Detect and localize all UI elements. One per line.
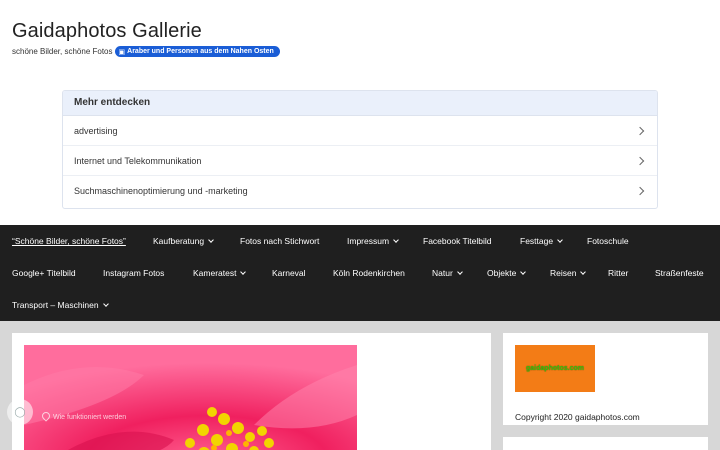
logo-text: gaidaphotos.com (526, 365, 584, 372)
nav-item-ritter[interactable]: Ritter (608, 268, 628, 278)
discover-more-panel: Mehr entdecken advertising Internet und … (62, 90, 658, 209)
discover-item-label: Internet und Telekommunikation (74, 155, 202, 166)
copyright-text: Copyright 2020 gaidaphotos.com (515, 412, 640, 422)
nav-item-strassenfeste[interactable]: Straßenfeste (655, 268, 704, 278)
toast-text: Wie funktioniert werden (53, 414, 127, 421)
image-icon: ▣ (118, 48, 126, 56)
category-chip-label: Araber und Personen aus dem Nahen Osten (127, 48, 274, 55)
privacy-badge[interactable]: ◯ (7, 399, 33, 425)
nav-row: Transport – Maschinen (0, 289, 720, 321)
nav-item-google-titelbild[interactable]: Google+ Titelbild (12, 268, 76, 278)
site-logo[interactable]: gaidaphotos.com (515, 345, 595, 392)
discover-item[interactable]: advertising (63, 116, 657, 146)
nav-item-natur[interactable]: Natur (432, 268, 463, 278)
location-toast: Wie funktioniert werden (40, 410, 180, 442)
location-pin-icon (40, 410, 52, 422)
discover-item-label: Suchmaschinenoptimierung und -marketing (74, 186, 248, 196)
nav-item-fotoschule[interactable]: Fotoschule (587, 236, 629, 246)
nav-item-kameratest[interactable]: Kameratest (193, 268, 247, 278)
sidebar-widget: gaidaphotos.com Copyright 2020 gaidaphot… (503, 333, 708, 425)
tagline-row: schöne Bilder, schöne Fotos ▣ Araber und… (12, 46, 280, 57)
nav-item-festtage[interactable]: Festtage (520, 236, 563, 246)
chevron-right-icon (635, 156, 645, 165)
nav-item-fotos-nach-stichwort[interactable]: Fotos nach Stichwort (240, 236, 319, 246)
chevron-down-icon (393, 236, 399, 243)
site-tagline: schöne Bilder, schöne Fotos (12, 47, 113, 56)
chevron-right-icon (635, 186, 645, 196)
nav-item-reisen[interactable]: Reisen (550, 268, 587, 278)
chevron-down-icon (557, 236, 563, 243)
chevron-down-icon (208, 236, 214, 243)
site-header: Gaidaphotos Gallerie schöne Bilder, schö… (0, 0, 720, 225)
chevron-down-icon (102, 300, 109, 307)
nav-item-koeln-rodenkirchen[interactable]: Köln Rodenkirchen (333, 268, 405, 278)
nav-item-impressum[interactable]: Impressum (347, 236, 399, 246)
nav-item-home[interactable]: “Schöne Bilder, schöne Fotos” (12, 236, 126, 246)
chevron-down-icon (456, 268, 463, 275)
nav-item-instagram-fotos[interactable]: Instagram Fotos (103, 268, 164, 278)
nav-item-objekte[interactable]: Objekte (487, 268, 527, 278)
discover-item-label: advertising (74, 125, 118, 136)
main-navigation: “Schöne Bilder, schöne Fotos” Kaufberatu… (0, 225, 720, 321)
nav-item-karneval[interactable]: Karneval (272, 268, 306, 278)
nav-row: “Schöne Bilder, schöne Fotos” Kaufberatu… (0, 225, 720, 257)
content-area: gaidaphotos.com Copyright 2020 gaidaphot… (0, 321, 720, 450)
nav-row: Google+ Titelbild Instagram Fotos Kamera… (0, 257, 720, 289)
discover-item[interactable]: Suchmaschinenoptimierung und -marketing (63, 176, 657, 206)
sidebar-widget (503, 437, 708, 450)
discover-item[interactable]: Internet und Telekommunikation (63, 146, 657, 176)
nav-item-kaufberatung[interactable]: Kaufberatung (153, 236, 214, 246)
chevron-down-icon (520, 268, 527, 275)
nav-item-facebook-titelbild[interactable]: Facebook Titelbild (423, 236, 492, 246)
site-title[interactable]: Gaidaphotos Gallerie (12, 20, 202, 43)
chevron-right-icon (635, 126, 645, 135)
category-chip[interactable]: ▣ Araber und Personen aus dem Nahen Oste… (114, 46, 280, 57)
discover-more-title: Mehr entdecken (63, 91, 657, 116)
nav-item-transport-maschinen[interactable]: Transport – Maschinen (12, 300, 109, 310)
chevron-down-icon (580, 268, 587, 275)
shield-icon: ◯ (14, 406, 26, 418)
chevron-down-icon (240, 268, 247, 275)
